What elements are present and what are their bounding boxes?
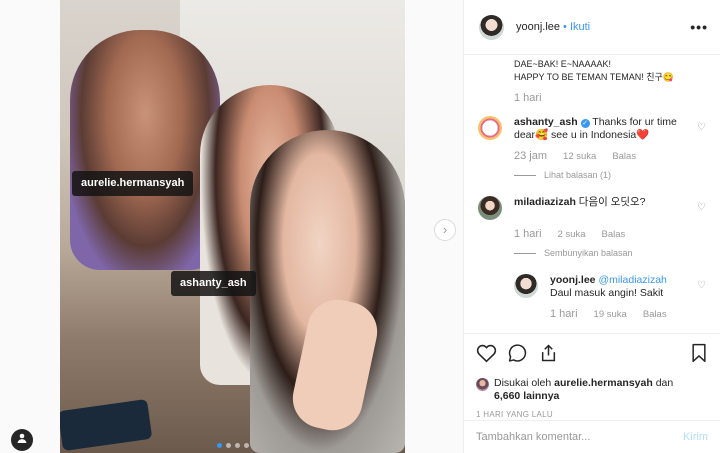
post-side-panel: yoonj.lee • Ikuti ••• DAE~BAK! E~NAAAAK!… bbox=[463, 0, 720, 453]
reply-body: yoonj.lee @miladiazizah Daul masuk angin… bbox=[550, 274, 680, 300]
commenter-username[interactable]: ashanty_ash bbox=[514, 116, 578, 128]
instagram-post-page: aurelie.hermansyah ashanty_ash › yoonj.l… bbox=[0, 0, 720, 453]
reply-mention-link[interactable]: @miladiazizah bbox=[598, 274, 666, 286]
comment-reply-button[interactable]: Balas bbox=[602, 229, 626, 240]
hide-replies-link[interactable]: Sembunyikan balasan bbox=[514, 248, 708, 258]
comment-time: 23 jam bbox=[514, 150, 548, 162]
commenter-avatar[interactable] bbox=[478, 116, 502, 140]
comment-meta: 23 jam 12 suka Balas bbox=[514, 150, 708, 162]
comment-text: 다음이 오딧오? bbox=[578, 196, 646, 208]
tagged-users-icon[interactable] bbox=[11, 429, 33, 451]
reply-time: 1 hari bbox=[550, 308, 578, 320]
comment-likes[interactable]: 12 suka bbox=[563, 151, 596, 162]
view-replies-label[interactable]: Lihat balasan (1) bbox=[544, 170, 611, 180]
post-photo[interactable] bbox=[60, 0, 405, 453]
liked-by-conj: dan bbox=[655, 377, 674, 389]
post-comment-button[interactable]: Kirim bbox=[683, 431, 708, 443]
caption-line: DAE~BAK! E~NAAAAK! bbox=[514, 59, 612, 69]
add-comment-bar: Kirim bbox=[464, 420, 720, 453]
liker-avatar[interactable] bbox=[476, 378, 489, 391]
liked-by-user[interactable]: aurelie.hermansyah bbox=[554, 377, 653, 389]
carousel-dot bbox=[226, 443, 231, 448]
photo-tag-ashanty[interactable]: ashanty_ash bbox=[171, 271, 256, 296]
author-avatar[interactable] bbox=[479, 14, 504, 40]
replies-divider bbox=[514, 174, 536, 176]
user-icon bbox=[17, 433, 27, 443]
photo-phone bbox=[60, 398, 153, 452]
post-actions: Disukai oleh aurelie.hermansyah dan 6,66… bbox=[464, 333, 720, 419]
comment-like-heart-icon[interactable]: ♡ bbox=[697, 122, 706, 133]
comment-body: miladiazizah 다음이 오딧오? bbox=[514, 196, 692, 220]
carousel-dot-active bbox=[217, 443, 222, 448]
comment-item: ashanty_ash ✓ Thanks for ur time dear🥰 s… bbox=[478, 116, 708, 142]
reply-username[interactable]: yoonj.lee bbox=[550, 274, 596, 286]
carousel-dot bbox=[244, 443, 249, 448]
caption: DAE~BAK! E~NAAAAK! HAPPY TO BE TEMAN TEM… bbox=[514, 58, 708, 84]
caption-line: HAPPY TO BE TEMAN TEMAN! 친구😋 bbox=[514, 72, 674, 82]
post-timestamp[interactable]: 1 HARI YANG LALU bbox=[476, 410, 708, 419]
comment-meta: 1 hari 2 suka Balas bbox=[514, 228, 708, 240]
action-icons bbox=[476, 342, 708, 364]
comment-likes[interactable]: 2 suka bbox=[558, 229, 586, 240]
view-replies-link[interactable]: Lihat balasan (1) bbox=[514, 170, 708, 180]
liked-by-prefix: Disukai oleh bbox=[494, 377, 552, 389]
comment-time: 1 hari bbox=[514, 228, 542, 240]
reply-reply-button[interactable]: Balas bbox=[643, 309, 667, 320]
likes-count[interactable]: 6,660 lainnya bbox=[494, 390, 559, 402]
save-bookmark-icon[interactable] bbox=[690, 343, 708, 363]
caption-time: 1 hari bbox=[514, 92, 542, 104]
reply-item: yoonj.lee @miladiazizah Daul masuk angin… bbox=[514, 274, 708, 300]
comments-list[interactable]: DAE~BAK! E~NAAAAK! HAPPY TO BE TEMAN TEM… bbox=[464, 55, 720, 333]
comment-bubble-icon[interactable] bbox=[507, 343, 528, 363]
hide-replies-label[interactable]: Sembunyikan balasan bbox=[544, 248, 633, 258]
photo-person-left bbox=[70, 30, 220, 270]
comment-reply-button[interactable]: Balas bbox=[612, 151, 636, 162]
liked-by: Disukai oleh aurelie.hermansyah dan 6,66… bbox=[476, 377, 708, 403]
carousel-next-button[interactable]: › bbox=[434, 219, 456, 241]
carousel-dots bbox=[217, 443, 249, 448]
comment-item: miladiazizah 다음이 오딧오? ♡ bbox=[478, 196, 708, 220]
share-icon[interactable] bbox=[538, 343, 559, 363]
more-options-icon[interactable]: ••• bbox=[690, 19, 708, 35]
reply-meta: 1 hari 19 suka Balas bbox=[550, 308, 708, 320]
caption-meta: 1 hari bbox=[514, 92, 708, 104]
reply-like-heart-icon[interactable]: ♡ bbox=[697, 280, 706, 291]
author-username[interactable]: yoonj.lee bbox=[516, 21, 560, 33]
comment-input[interactable] bbox=[476, 431, 683, 443]
commenter-avatar[interactable] bbox=[478, 196, 502, 220]
carousel-dot bbox=[235, 443, 240, 448]
comment-like-heart-icon[interactable]: ♡ bbox=[697, 202, 706, 213]
commenter-username[interactable]: miladiazizah bbox=[514, 196, 576, 208]
post-header: yoonj.lee • Ikuti ••• bbox=[464, 0, 720, 55]
liked-by-text: Disukai oleh aurelie.hermansyah dan 6,66… bbox=[494, 377, 673, 403]
reply-author-avatar[interactable] bbox=[514, 274, 538, 298]
comment-body: ashanty_ash ✓ Thanks for ur time dear🥰 s… bbox=[514, 116, 692, 142]
like-heart-icon[interactable] bbox=[476, 343, 497, 363]
reply-likes[interactable]: 19 suka bbox=[594, 309, 627, 320]
follow-button[interactable]: • Ikuti bbox=[563, 21, 590, 33]
photo-tag-aurelie[interactable]: aurelie.hermansyah bbox=[72, 171, 194, 196]
verified-badge-icon: ✓ bbox=[580, 119, 590, 128]
reply-text: Daul masuk angin! Sakit bbox=[550, 287, 664, 299]
replies-divider bbox=[514, 252, 536, 254]
